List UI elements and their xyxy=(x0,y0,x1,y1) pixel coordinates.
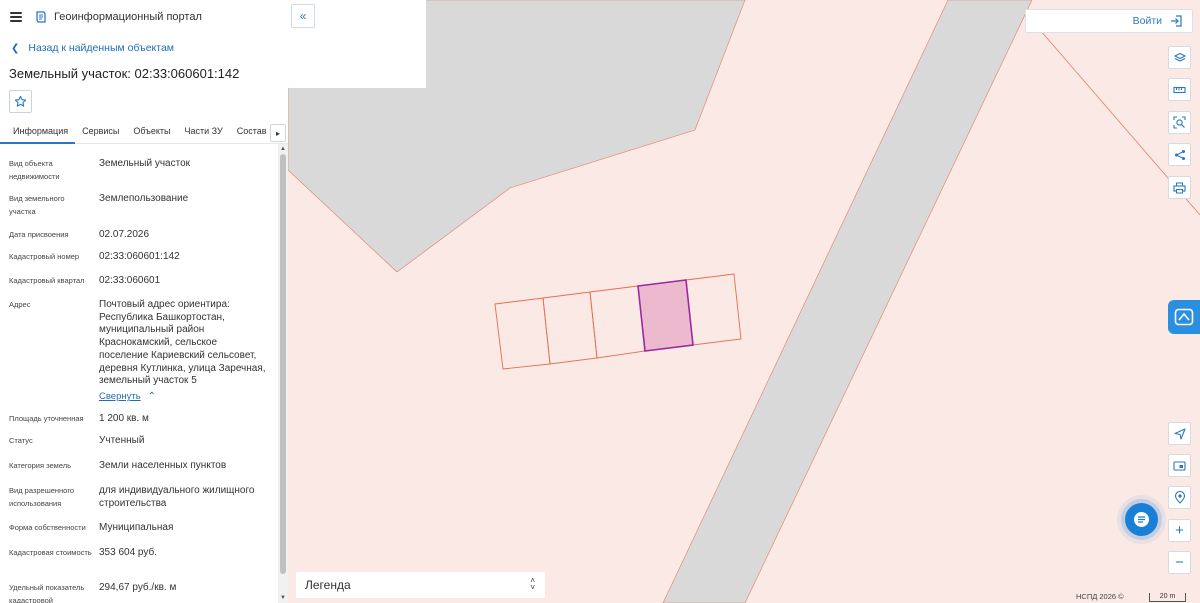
tabs-scroll-right-button[interactable]: ▸ xyxy=(270,124,286,142)
property-value: Землепользование xyxy=(99,193,189,204)
property-label: Кадастровая стоимость xyxy=(9,548,92,557)
property-value: Учтенный xyxy=(99,435,145,446)
area-search-icon xyxy=(1173,116,1186,129)
zoom-in-icon: + xyxy=(1175,522,1184,539)
chevron-left-icon: ❮ xyxy=(11,42,20,54)
property-value: 02.07.2026 xyxy=(99,229,150,240)
collapse-address-link[interactable]: Свернуть xyxy=(99,391,141,402)
properties-list: Вид объекта недвижимости Земельный участ… xyxy=(0,152,278,603)
widget-icon xyxy=(1174,308,1194,326)
property-value: 1 200 кв. м xyxy=(99,413,149,424)
favorite-button[interactable] xyxy=(9,90,32,113)
property-label: Категория земель xyxy=(9,461,72,470)
geolocation-icon xyxy=(1174,491,1185,504)
layers-button[interactable] xyxy=(1168,46,1191,69)
property-label: Кадастровый номер xyxy=(9,252,80,261)
property-value: 02:33:060601:142 xyxy=(99,251,180,262)
side-widget-button[interactable] xyxy=(1168,300,1200,334)
property-label: Дата присвоения xyxy=(9,230,69,239)
tab-services[interactable]: Сервисы xyxy=(75,120,126,144)
scroll-thumb[interactable] xyxy=(280,154,286,574)
collapse-label: Свернуть xyxy=(99,391,141,402)
selected-parcel xyxy=(637,279,694,352)
property-value: 353 604 руб. xyxy=(99,547,157,558)
menu-icon[interactable] xyxy=(10,11,22,22)
collapse-panel-button[interactable]: « xyxy=(291,4,315,28)
property-label: Кадастровый квартал xyxy=(9,276,85,285)
login-button[interactable]: Войти xyxy=(1025,9,1193,33)
property-value: 294,67 руб./кв. м xyxy=(99,582,177,593)
map-view-icon xyxy=(1173,460,1186,471)
property-label: Вид земельного участка xyxy=(9,194,65,216)
legend-label: Легенда xyxy=(305,578,351,592)
property-value: Земельный участок xyxy=(99,158,191,169)
zoom-out-icon: − xyxy=(1175,554,1184,571)
chat-icon xyxy=(1134,512,1149,527)
logo-icon xyxy=(36,10,46,23)
property-label: Вид объекта недвижимости xyxy=(9,159,60,181)
ruler-icon xyxy=(1173,86,1186,93)
info-panel: Геоинформационный портал ❮ Назад к найде… xyxy=(0,0,288,603)
ruler-button[interactable] xyxy=(1168,78,1191,101)
share-icon xyxy=(1174,149,1185,160)
map-scale: 20 m xyxy=(1149,593,1186,602)
property-label: Удельный показатель кадастровой xyxy=(9,583,85,603)
zoom-out-button[interactable]: − xyxy=(1168,551,1191,574)
area-search-button[interactable] xyxy=(1168,111,1191,134)
tab-parcel-parts[interactable]: Части ЗУ xyxy=(178,120,230,144)
print-button[interactable] xyxy=(1168,176,1191,199)
app-header: Геоинформационный портал xyxy=(0,0,288,33)
tab-objects[interactable]: Объекты xyxy=(126,120,177,144)
zoom-in-button[interactable]: + xyxy=(1168,519,1191,542)
property-label: Адрес xyxy=(9,300,31,309)
panel-scrollbar[interactable]: ▲ ▼ xyxy=(278,144,288,603)
tab-bar: Информация Сервисы Объекты Части ЗУ Сост… xyxy=(0,120,288,144)
property-label: Площадь уточненная xyxy=(9,414,84,423)
property-value: Земли населенных пунктов xyxy=(99,460,227,471)
property-label: Статус xyxy=(9,436,33,445)
back-link-label: Назад к найденным объектам xyxy=(28,42,175,54)
scroll-up-arrow[interactable]: ▲ xyxy=(279,145,287,153)
login-label: Войти xyxy=(1132,15,1162,27)
map-view-button[interactable] xyxy=(1168,454,1191,477)
property-label: Вид разрешенного использования xyxy=(9,486,75,508)
property-value: Муниципальная xyxy=(99,522,174,533)
locate-button[interactable] xyxy=(1168,422,1191,445)
login-icon xyxy=(1171,15,1182,27)
property-value: Почтовый адрес ориентира: Республика Баш… xyxy=(99,299,266,387)
tab-information[interactable]: Информация xyxy=(0,120,76,144)
page-title: Земельный участок: 02:33:060601:142 xyxy=(9,66,240,81)
chevron-up-icon: ⌃ xyxy=(147,391,157,402)
chevron-updown-icon: ˄ ˅ xyxy=(530,576,535,592)
chat-button[interactable] xyxy=(1125,503,1158,536)
geolocation-button[interactable] xyxy=(1168,486,1191,509)
property-label: Форма собственности xyxy=(9,523,86,532)
scroll-down-arrow[interactable]: ▼ xyxy=(279,594,287,602)
locate-icon xyxy=(1173,427,1186,440)
back-to-results-link[interactable]: ❮ Назад к найденным объектам xyxy=(0,33,288,63)
app-title: Геоинформационный портал xyxy=(54,10,202,23)
share-button[interactable] xyxy=(1168,143,1191,166)
star-icon xyxy=(14,95,27,107)
copyright-text: НСПД 2026 © xyxy=(1076,592,1124,601)
legend-dropdown[interactable]: Легенда ˄ ˅ xyxy=(296,572,545,598)
tab-composition[interactable]: Состав xyxy=(230,120,274,144)
print-icon xyxy=(1173,182,1186,193)
property-value: 02:33:060601 xyxy=(99,275,161,286)
double-chevron-left-icon: « xyxy=(299,9,307,23)
property-value: для индивидуального жилищного строительс… xyxy=(99,485,255,509)
layers-icon xyxy=(1173,52,1186,62)
